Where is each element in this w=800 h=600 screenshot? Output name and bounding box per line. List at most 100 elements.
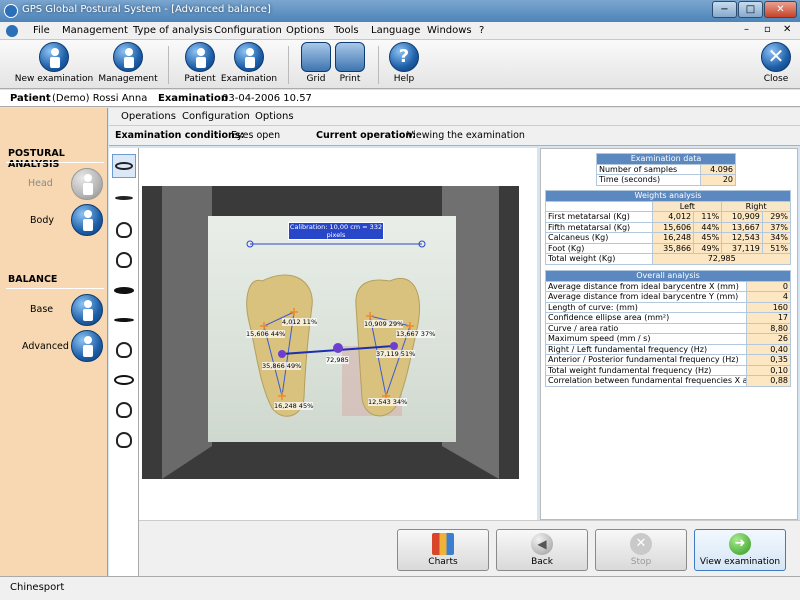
cell-label: Total weight fundamental frequency (Hz): [545, 364, 747, 376]
footprint-photo: Calibration: 10,00 cm = 332 pixels 4,012…: [142, 186, 519, 479]
cell-value: 51%: [761, 242, 792, 254]
head-tilt-icon[interactable]: [112, 338, 136, 362]
cell-value: 4: [746, 291, 791, 303]
cell-value: 8,80: [746, 322, 791, 334]
cell-value: 37%: [761, 221, 792, 233]
menu-file[interactable]: File: [33, 25, 50, 36]
back-arrow-icon: ◀: [531, 533, 553, 555]
cell-value: 0,88: [746, 375, 791, 387]
menu-tools[interactable]: Tools: [334, 25, 359, 36]
examination-data-table: Examination data Number of samples 4.096 …: [595, 153, 736, 186]
table-row: Fifth metatarsal (Kg) 15,606 44% 13,667 37%: [544, 221, 792, 233]
cell-label: Number of samples: [595, 163, 702, 175]
submenu-operations[interactable]: Operations: [121, 111, 176, 122]
balance-heading: BALANCE: [8, 274, 58, 285]
sub-menu-bar: Operations Configuration Options: [109, 108, 800, 126]
head-down-icon[interactable]: [112, 398, 136, 422]
back-label: Back: [531, 557, 553, 567]
menu-bar: File Management Type of analysis Configu…: [0, 22, 800, 40]
table-row: Average distance from ideal barycentre Y…: [545, 291, 791, 303]
base-label: Base: [30, 304, 54, 315]
mouth-closed-icon[interactable]: [112, 308, 136, 332]
submenu-options[interactable]: Options: [255, 111, 294, 122]
close-window-button[interactable]: ✕: [764, 1, 797, 18]
head-turn-icon[interactable]: [112, 218, 136, 242]
window-title: GPS Global Postural System - [Advanced b…: [22, 4, 271, 15]
menu-language[interactable]: Language: [371, 25, 420, 36]
cell-value: 16,248: [652, 232, 695, 244]
new-examination-button[interactable]: New examination: [14, 42, 94, 84]
cell-label: Calcaneus (Kg): [544, 232, 654, 244]
menu-management[interactable]: Management: [62, 25, 128, 36]
table-row: Length of curve: (mm) 160: [545, 301, 791, 313]
grid-icon: [301, 42, 331, 72]
toolbar-separator: [168, 46, 169, 84]
head-button[interactable]: [71, 168, 103, 200]
cell-value: 26: [746, 333, 791, 345]
view-examination-label: View examination: [699, 557, 781, 567]
print-button[interactable]: Print: [332, 42, 368, 84]
cell-label: Time (seconds): [595, 174, 702, 186]
menu-help[interactable]: ?: [479, 25, 484, 36]
stop-icon: ✕: [630, 533, 652, 555]
management-button[interactable]: Management: [96, 42, 160, 84]
print-label: Print: [339, 74, 361, 84]
patient-label: Patient: [184, 74, 216, 84]
view-examination-button[interactable]: ➜ View examination: [694, 529, 786, 571]
submenu-configuration[interactable]: Configuration: [182, 111, 250, 122]
mdi-close-button[interactable]: ✕: [783, 24, 791, 35]
cell-value: 20: [700, 174, 736, 186]
menu-type-of-analysis[interactable]: Type of analysis: [133, 25, 212, 36]
overall-analysis-table: Overall analysis Average distance from i…: [545, 270, 791, 387]
overlay-value: 37,119 51%: [376, 350, 416, 358]
overlay-value: 35,866 49%: [262, 362, 302, 370]
cell-value: 0,35: [746, 354, 791, 366]
cell-value: 29%: [761, 211, 792, 223]
advanced-button[interactable]: [71, 330, 103, 362]
charts-button[interactable]: Charts: [397, 529, 489, 571]
close-button[interactable]: ✕ Close: [758, 42, 794, 84]
mdi-app-icon: [6, 25, 18, 37]
mouth-icon[interactable]: [112, 278, 136, 302]
overlay-value: 4,012 11%: [282, 318, 318, 326]
body-button[interactable]: [71, 204, 103, 236]
menu-configuration[interactable]: Configuration: [214, 25, 282, 36]
operation-label: Current operation:: [316, 130, 416, 141]
head-profile-icon[interactable]: [112, 248, 136, 272]
cell-label: Length of curve: (mm): [545, 301, 747, 313]
help-button[interactable]: ? Help: [386, 42, 422, 84]
cell-value: 72,985: [652, 253, 791, 265]
body-label: Body: [30, 215, 54, 226]
minimize-button[interactable]: −: [712, 1, 737, 18]
close-icon: ✕: [761, 42, 791, 72]
charts-label: Charts: [428, 557, 458, 567]
person-icon: [185, 42, 215, 72]
menu-options[interactable]: Options: [286, 25, 325, 36]
stop-button[interactable]: ✕ Stop: [595, 529, 687, 571]
toolbar: New examination Management Patient Exami…: [0, 40, 800, 89]
eyes-open-icon[interactable]: [112, 154, 136, 178]
cell-value: 35,866: [652, 242, 695, 254]
base-button[interactable]: [71, 294, 103, 326]
new-examination-label: New examination: [14, 74, 94, 84]
grid-button[interactable]: Grid: [298, 42, 334, 84]
patient-button[interactable]: Patient: [178, 42, 222, 84]
cell-label: Average distance from ideal barycentre X…: [545, 280, 747, 292]
mdi-minimize-button[interactable]: –: [744, 24, 749, 35]
open-mouth-icon[interactable]: [112, 368, 136, 392]
menu-windows[interactable]: Windows: [427, 25, 472, 36]
cell-label: First metatarsal (Kg): [544, 211, 654, 223]
maximize-button[interactable]: □: [738, 1, 763, 18]
eyes-closed-icon[interactable]: [112, 186, 136, 210]
results-panel: Examination data Number of samples 4.096 …: [540, 148, 798, 520]
table-row: Anterior / Posterior fundamental frequen…: [545, 354, 791, 366]
bottom-action-bar: Charts ◀ Back ✕ Stop ➜ View examination: [139, 520, 800, 576]
mdi-restore-button[interactable]: ▫: [764, 24, 771, 35]
patient-bar: Patient (Demo) Rossi Anna Examination 03…: [0, 90, 800, 107]
back-button[interactable]: ◀ Back: [496, 529, 588, 571]
face-icon[interactable]: [112, 428, 136, 452]
cell-value: 49%: [693, 242, 723, 254]
examination-button[interactable]: Examination: [220, 42, 278, 84]
cell-label: Maximum speed (mm / s): [545, 333, 747, 345]
cell-label: Fifth metatarsal (Kg): [544, 221, 654, 233]
